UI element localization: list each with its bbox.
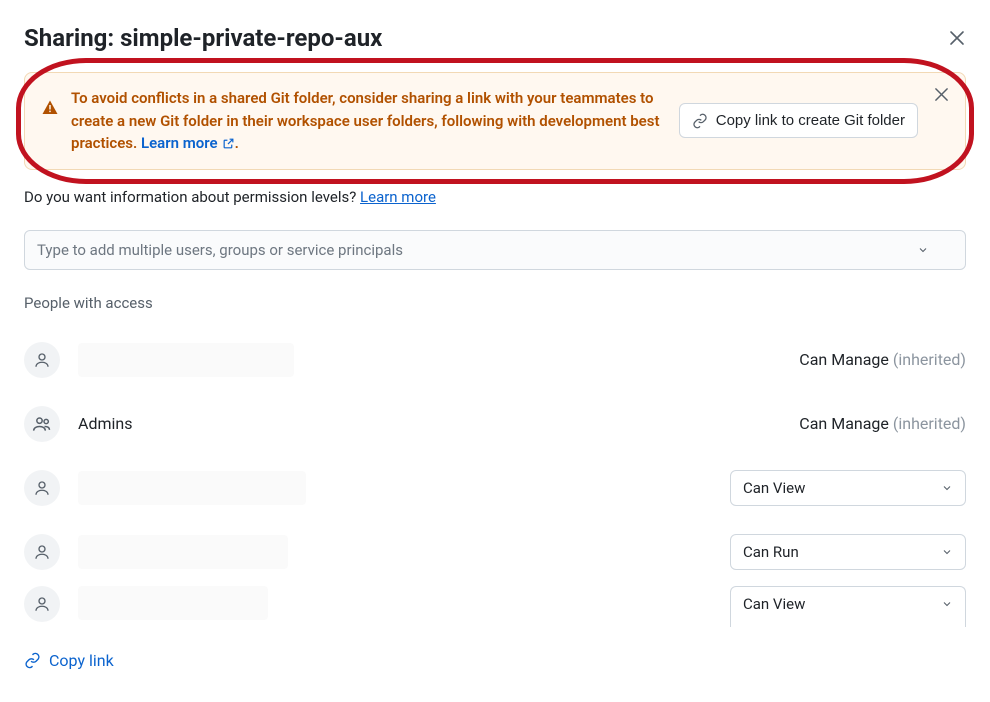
dialog-title: Sharing: simple-private-repo-aux — [24, 24, 382, 52]
chevron-down-icon — [941, 482, 953, 494]
git-folder-banner: To avoid conflicts in a shared Git folde… — [24, 72, 966, 170]
principal-name-col — [78, 343, 712, 377]
inherited-suffix: (inherited) — [889, 350, 966, 369]
link-icon — [24, 652, 41, 669]
permission-col: Can View — [730, 470, 966, 506]
access-row: Can View — [24, 584, 966, 629]
user-icon — [24, 534, 60, 570]
banner-close-icon[interactable] — [934, 87, 949, 102]
principal-name-col: Admins — [78, 414, 712, 433]
copy-git-folder-link-label: Copy link to create Git folder — [716, 112, 905, 129]
permission-select[interactable]: Can View — [730, 586, 966, 627]
link-icon — [692, 113, 708, 129]
redacted-name — [78, 471, 306, 505]
access-row: Admins Can Manage (inherited) — [24, 392, 966, 456]
chevron-down-icon — [941, 546, 953, 558]
principal-name-col — [78, 471, 712, 505]
access-list: Can Manage (inherited) Admins Can Manage (… — [24, 328, 966, 629]
permission-learn-more-link[interactable]: Learn more — [360, 188, 436, 206]
copy-link-label: Copy link — [49, 651, 114, 670]
redacted-name — [78, 586, 268, 620]
add-principal-combobox[interactable]: Type to add multiple users, groups or se… — [24, 230, 966, 270]
permission-select[interactable]: Can View — [730, 470, 966, 506]
user-icon — [24, 342, 60, 378]
inherited-suffix: (inherited) — [889, 414, 966, 433]
principal-name-col — [78, 535, 712, 569]
banner-text: To avoid conflicts in a shared Git folde… — [71, 87, 667, 155]
access-row: Can View — [24, 456, 966, 520]
user-icon — [24, 470, 60, 506]
permission-col: Can View — [730, 586, 966, 627]
permission-info-text: Do you want information about permission… — [24, 188, 360, 206]
redacted-name — [78, 535, 288, 569]
dialog-title-prefix: Sharing: — [24, 24, 120, 52]
add-principal-placeholder: Type to add multiple users, groups or se… — [37, 241, 403, 259]
copy-link-button[interactable]: Copy link — [24, 651, 114, 670]
dialog-title-name: simple-private-repo-aux — [120, 24, 382, 52]
access-row: Can Run — [24, 520, 966, 584]
permission-static: Can Manage (inherited) — [799, 414, 966, 433]
permission-select-value: Can View — [743, 595, 805, 613]
banner-highlight-wrap: To avoid conflicts in a shared Git folde… — [24, 72, 966, 170]
permission-info-line: Do you want information about permission… — [24, 188, 966, 206]
dialog-header: Sharing: simple-private-repo-aux — [24, 24, 966, 52]
access-row: Can Manage (inherited) — [24, 328, 966, 392]
close-icon[interactable] — [948, 29, 966, 47]
user-icon — [24, 586, 60, 622]
permission-select[interactable]: Can Run — [730, 534, 966, 570]
permission-col: Can Manage (inherited) — [730, 414, 966, 433]
copy-git-folder-link-button[interactable]: Copy link to create Git folder — [679, 103, 918, 138]
principal-name: Admins — [78, 414, 132, 433]
permission-col: Can Run — [730, 534, 966, 570]
redacted-name — [78, 343, 294, 377]
banner-learn-more-link[interactable]: Learn more — [141, 132, 235, 155]
chevron-down-icon — [917, 244, 929, 256]
permission-col: Can Manage (inherited) — [730, 350, 966, 369]
chevron-down-icon — [941, 598, 953, 610]
access-heading: People with access — [24, 294, 966, 312]
permission-static: Can Manage (inherited) — [799, 350, 966, 369]
group-icon — [24, 406, 60, 442]
warning-icon — [41, 99, 59, 117]
permission-select-value: Can Run — [743, 543, 799, 561]
permission-select-value: Can View — [743, 479, 805, 497]
principal-name-col — [78, 586, 712, 620]
